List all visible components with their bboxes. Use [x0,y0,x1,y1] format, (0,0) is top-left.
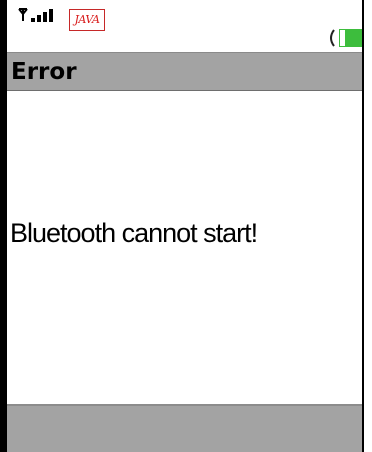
softkey-bar[interactable] [7,404,362,452]
phone-screen: JAVA Error Bluetooth cannot start! [0,0,372,452]
battery-icon [330,29,363,47]
error-message: Bluetooth cannot start! [10,218,258,248]
alert-content: Bluetooth cannot start! [7,91,362,404]
status-bar: JAVA [7,0,363,52]
screen-frame-left [0,0,7,452]
screen-frame-right-edge [362,0,364,452]
signal-strength-icon [18,8,53,22]
page-title: Error [11,59,77,85]
java-app-icon: JAVA [69,9,105,31]
title-bar: Error [7,52,362,91]
